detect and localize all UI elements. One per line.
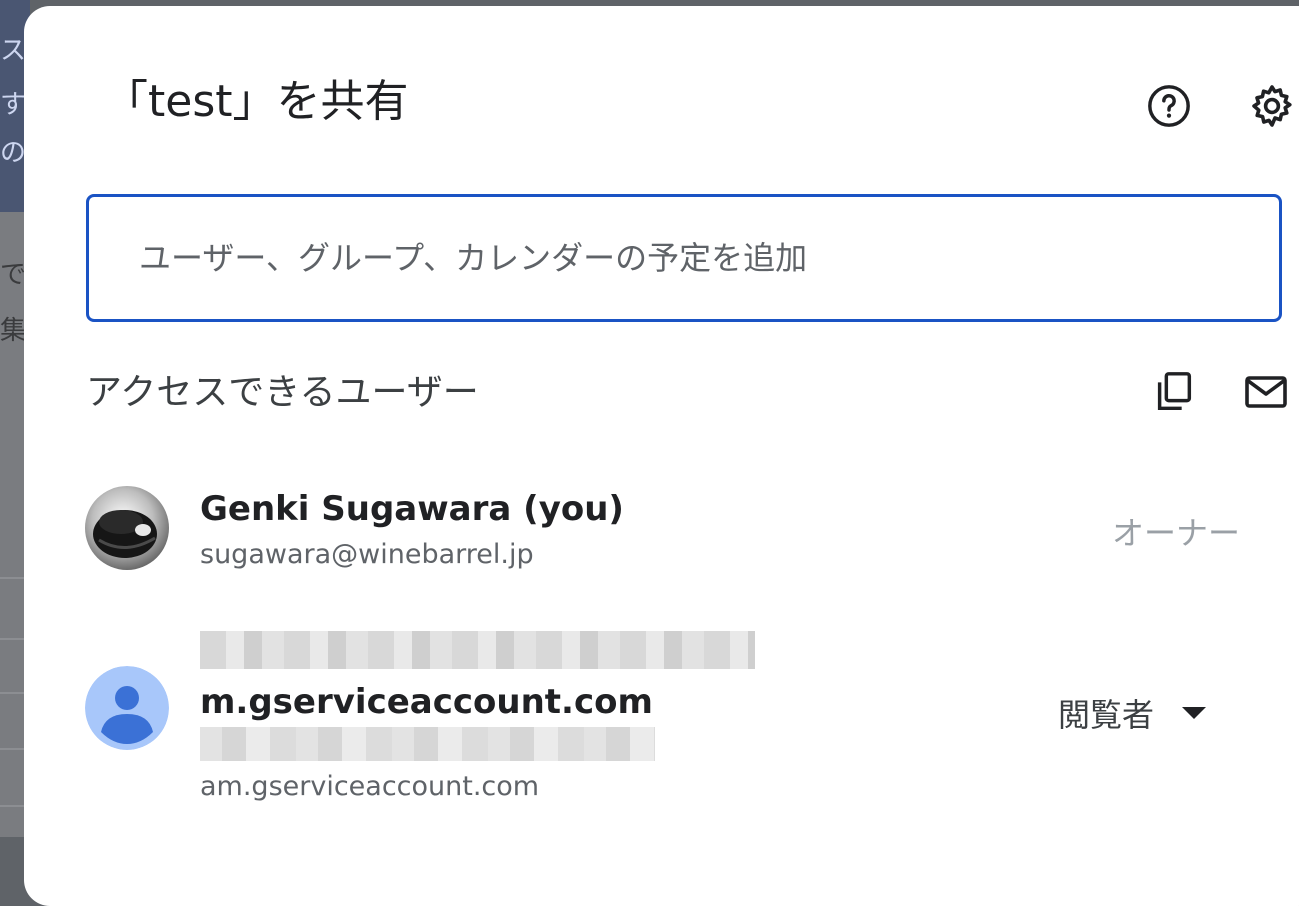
- add-people-input[interactable]: [86, 194, 1282, 322]
- copy-icon: [1157, 372, 1192, 411]
- user-name: Genki Sugawara (you): [200, 489, 624, 529]
- redacted-text: [200, 727, 655, 761]
- background-text: 集: [0, 316, 27, 346]
- user-name: m.gserviceaccount.com: [200, 624, 990, 728]
- user-email: sugawara@winebarrel.jp: [200, 539, 534, 570]
- user-photo: [85, 486, 169, 570]
- avatar: [85, 666, 169, 750]
- redacted-text: [200, 631, 755, 669]
- settings-button[interactable]: [1242, 76, 1299, 136]
- email-people-button[interactable]: [1236, 362, 1296, 422]
- access-heading: アクセスできるユーザー: [86, 372, 479, 413]
- role-dropdown[interactable]: 閲覧者: [1058, 690, 1208, 736]
- role-label-owner: オーナー: [1112, 514, 1241, 552]
- gear-icon: [1252, 85, 1292, 127]
- share-dialog: 「test」を共有 アクセスできるユーザー: [24, 6, 1299, 906]
- help-button[interactable]: [1139, 76, 1199, 136]
- user-name-suffix: m.gserviceaccount.com: [200, 682, 653, 722]
- avatar: [85, 486, 169, 570]
- background-text: の: [0, 138, 27, 168]
- user-email: am.gserviceaccount.com: [200, 724, 990, 808]
- help-circle-icon: [1148, 85, 1190, 127]
- user-email-suffix: am.gserviceaccount.com: [200, 771, 540, 802]
- person-icon: [85, 666, 169, 750]
- user-row-owner: Genki Sugawara (you) sugawara@winebarrel…: [80, 476, 1260, 586]
- user-row-service-account: m.gserviceaccount.com am.gserviceaccount…: [80, 614, 1260, 814]
- mail-icon: [1245, 376, 1287, 408]
- background-text: で: [0, 260, 27, 290]
- dialog-title: 「test」を共有: [104, 76, 409, 127]
- copy-emails-button[interactable]: [1144, 362, 1204, 422]
- background-text: す: [0, 90, 27, 120]
- caret-down-icon: [1182, 707, 1207, 719]
- background-text: ス: [0, 36, 27, 66]
- role-label: 閲覧者: [1058, 696, 1155, 734]
